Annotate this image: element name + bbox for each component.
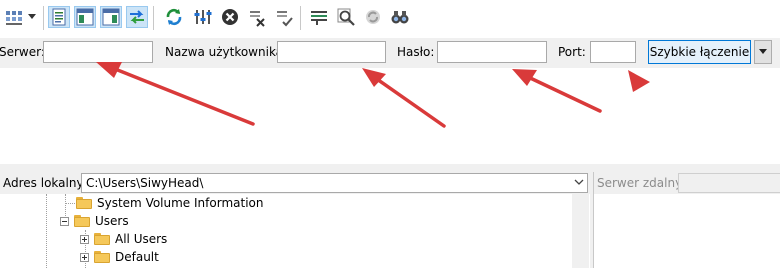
password-input[interactable] <box>437 41 547 63</box>
tree-item-label: System Volume Information <box>97 196 264 210</box>
expand-icon[interactable] <box>80 252 89 262</box>
disconnect-icon[interactable] <box>246 6 268 28</box>
toolbar <box>0 0 780 38</box>
cancel-icon[interactable] <box>219 6 241 28</box>
local-address-label: Adres lokalny: <box>3 176 87 190</box>
host-label: Serwer: <box>0 45 45 59</box>
message-log-icon[interactable] <box>48 6 70 28</box>
tree-item[interactable]: Users <box>60 212 129 230</box>
transfer-queue-icon[interactable] <box>126 6 148 28</box>
remote-tree-icon[interactable] <box>100 6 122 28</box>
tree-item[interactable]: All Users <box>80 230 167 248</box>
tree-item-label: Users <box>95 214 129 228</box>
local-path-value: C:\Users\SiwyHead\ <box>86 176 204 190</box>
sync-browse-icon[interactable] <box>362 6 384 28</box>
message-log[interactable] <box>0 68 780 164</box>
local-tree-scrollbar[interactable] <box>572 194 589 268</box>
toolbar-separator <box>43 6 44 30</box>
refresh-icon[interactable] <box>163 6 185 28</box>
local-address-bar: Adres lokalny: C:\Users\SiwyHead\ <box>0 172 590 194</box>
local-tree-icon[interactable] <box>74 6 96 28</box>
dropdown-arrow-icon[interactable] <box>25 6 39 28</box>
username-label: Nazwa użytkownika: <box>165 45 288 59</box>
folder-icon <box>94 251 110 263</box>
chevron-down-icon <box>759 49 767 54</box>
search-icon[interactable] <box>335 6 357 28</box>
directory-filter-icon[interactable] <box>308 6 330 28</box>
quickconnect-dropdown-button[interactable] <box>754 40 772 64</box>
remote-path-combobox[interactable] <box>678 173 780 193</box>
folder-icon <box>74 215 90 227</box>
remote-site-pane: Serwer zdalny: <box>593 172 780 268</box>
collapse-icon[interactable] <box>60 216 69 226</box>
port-input[interactable] <box>590 41 636 63</box>
local-path-combobox[interactable]: C:\Users\SiwyHead\ <box>81 173 588 193</box>
tree-item[interactable]: System Volume Information <box>76 194 263 212</box>
reconnect-icon[interactable] <box>273 6 295 28</box>
local-site-pane: Adres lokalny: C:\Users\SiwyHead\ System… <box>0 172 590 268</box>
tree-guide-line <box>46 194 48 268</box>
folder-icon <box>76 197 92 209</box>
tree-item[interactable]: Default <box>80 248 159 266</box>
toolbar-separator <box>300 6 301 30</box>
chevron-down-icon[interactable] <box>574 177 584 187</box>
quickconnect-bar: Serwer: Nazwa użytkownika: Hasło: Port: … <box>0 38 780 68</box>
remote-address-label: Serwer zdalny: <box>597 176 686 190</box>
local-directory-tree[interactable]: System Volume Information Users All User… <box>0 194 572 268</box>
horizontal-splitter[interactable] <box>0 164 780 172</box>
username-input[interactable] <box>277 41 386 63</box>
port-label: Port: <box>558 45 586 59</box>
tree-guide-line <box>65 203 75 205</box>
site-manager-icon[interactable] <box>3 6 25 28</box>
remote-address-bar: Serwer zdalny: <box>594 172 780 194</box>
host-input[interactable] <box>43 41 153 63</box>
toolbar-separator <box>153 6 154 30</box>
folder-icon <box>94 233 110 245</box>
process-queue-icon[interactable] <box>192 6 214 28</box>
compare-icon[interactable] <box>389 6 411 28</box>
password-label: Hasło: <box>397 45 435 59</box>
expand-icon[interactable] <box>80 234 89 244</box>
tree-item-label: All Users <box>115 232 168 246</box>
tree-item-label: Default <box>115 250 159 264</box>
quickconnect-button[interactable]: Szybkie łączenie <box>648 40 751 64</box>
